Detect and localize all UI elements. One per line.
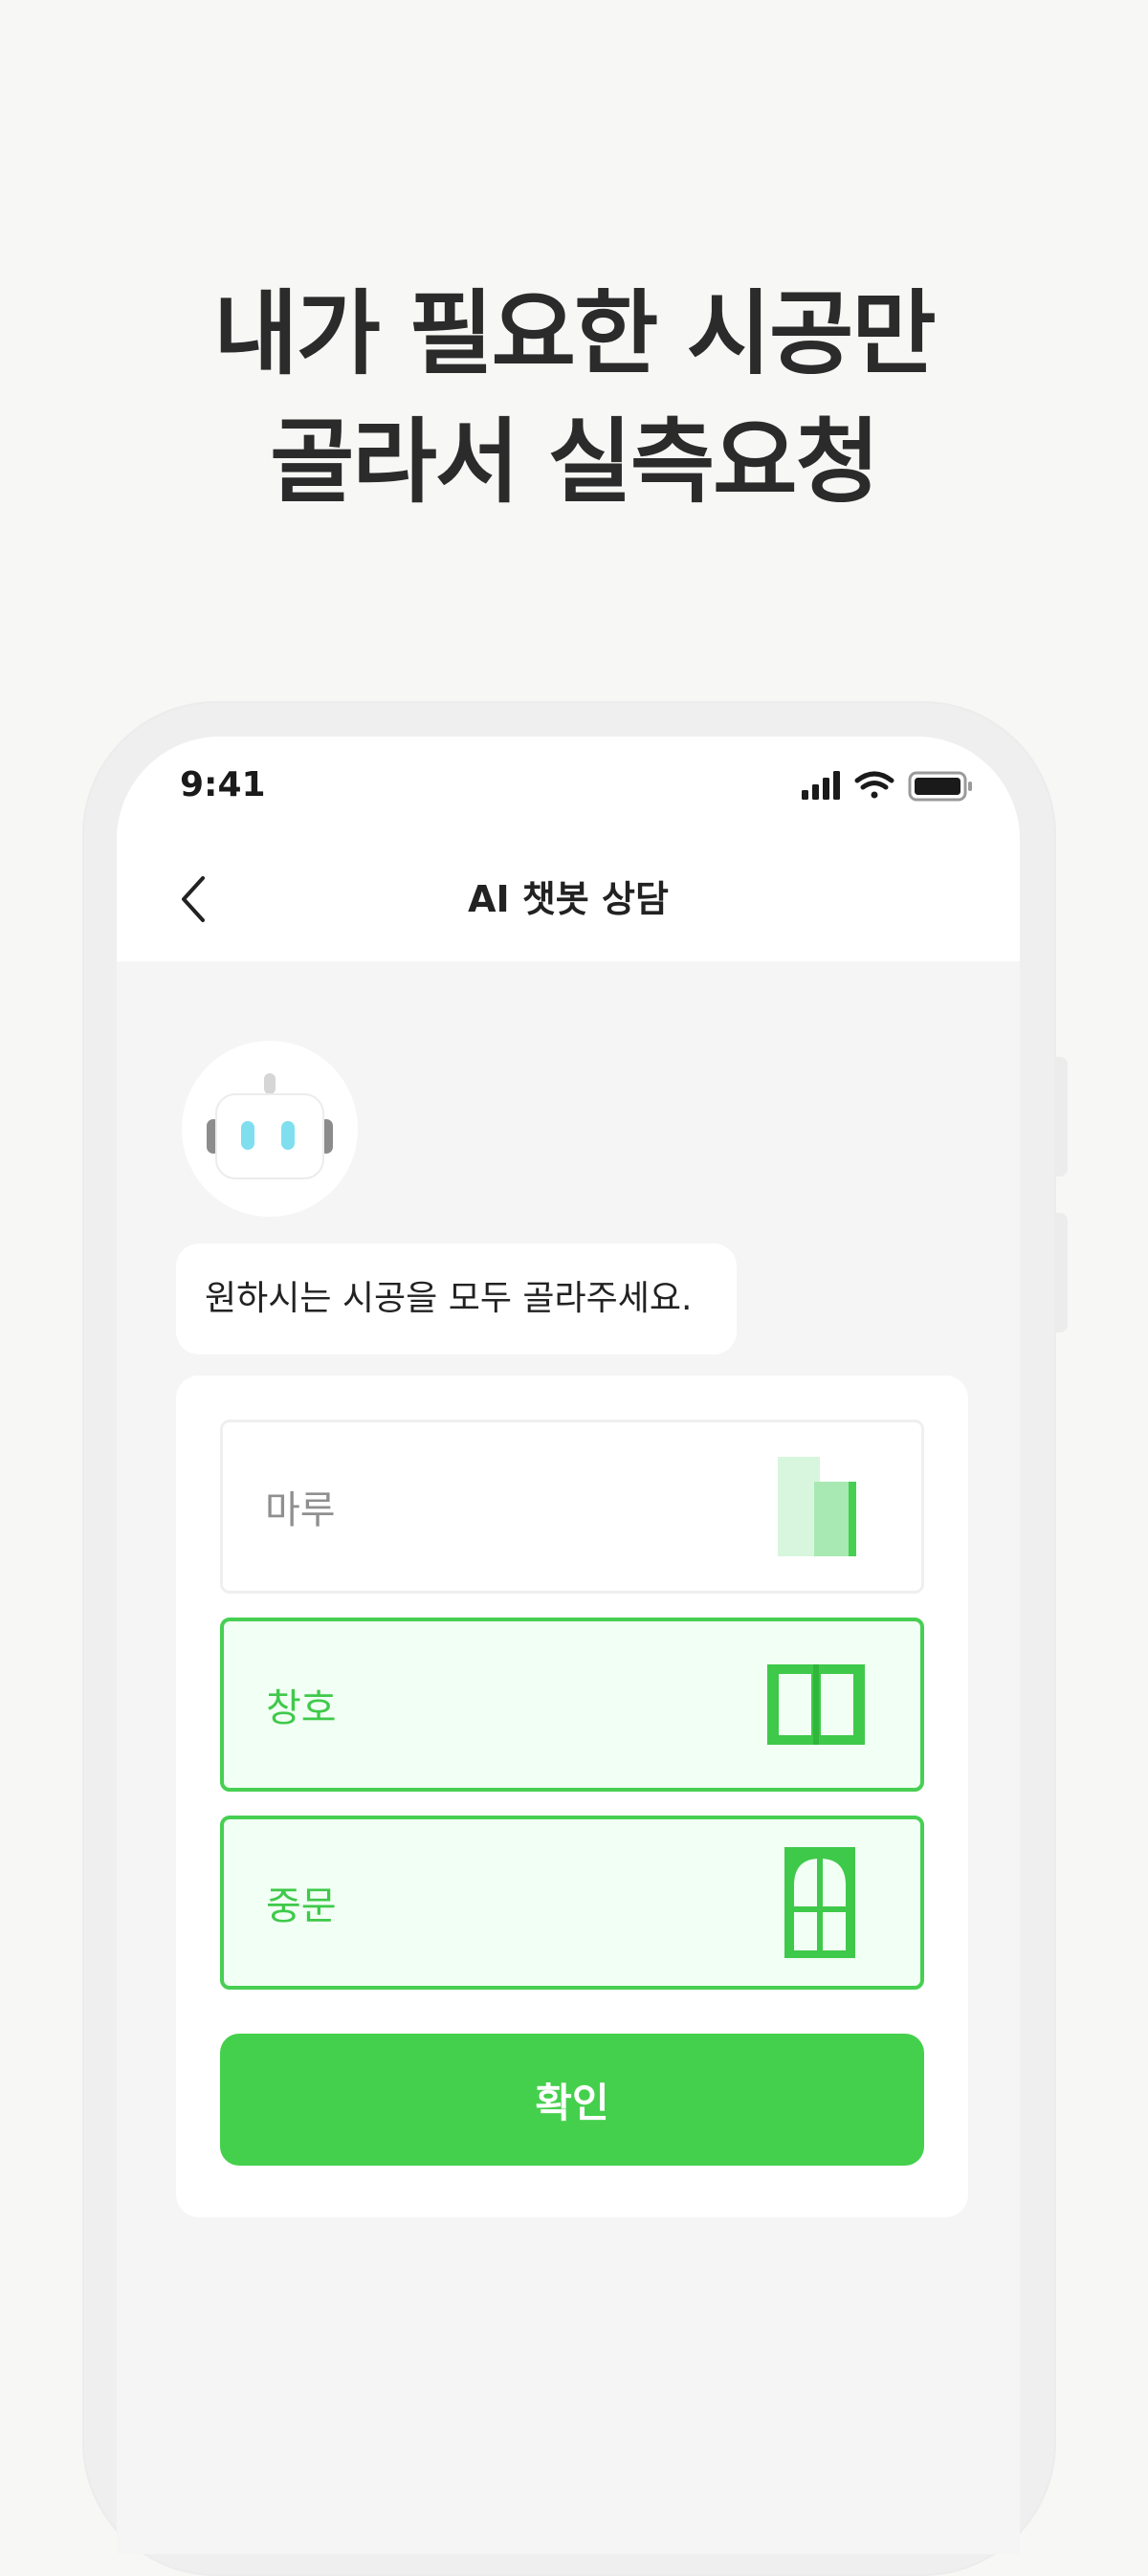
door-icon <box>784 1819 855 1986</box>
status-icons-svg <box>802 771 972 802</box>
robot-icon <box>207 1073 333 1179</box>
wifi-icon <box>854 771 894 799</box>
confirm-button[interactable]: 확인 <box>220 2034 924 2166</box>
option-window[interactable]: 창호 <box>220 1618 924 1792</box>
floor-icon <box>778 1422 858 1591</box>
headline-line-1: 내가 필요한 시공만 <box>213 280 936 387</box>
status-icons <box>802 769 983 804</box>
window-icon <box>765 1621 867 1788</box>
signal-icon <box>802 771 840 800</box>
status-time: 9:41 <box>180 765 266 804</box>
phone-side-button <box>1054 1057 1068 1177</box>
option-floor[interactable]: 마루 <box>220 1420 924 1594</box>
phone-screen: 9:41 AI 챗봇 상담 원하시는 시공을 모두 골라주세요. 마루 창호 중… <box>117 737 1020 2554</box>
promo-headline: 내가 필요한 시공만 골라서 실측요청 <box>0 270 1148 526</box>
app-header: 9:41 AI 챗봇 상담 <box>117 737 1020 961</box>
construction-options-card: 마루 창호 중문 확인 <box>176 1376 968 2217</box>
battery-icon <box>908 771 972 802</box>
headline-line-2: 골라서 실측요청 <box>270 408 880 516</box>
bot-message-bubble: 원하시는 시공을 모두 골라주세요. <box>176 1244 737 1354</box>
option-label: 마루 <box>265 1488 336 1532</box>
option-label: 중문 <box>266 1884 337 1928</box>
option-label: 창호 <box>266 1686 337 1730</box>
bot-avatar <box>182 1041 358 1217</box>
phone-side-button <box>1054 1213 1068 1332</box>
page-title: AI 챗봇 상담 <box>468 878 669 920</box>
option-middle-door[interactable]: 중문 <box>220 1816 924 1990</box>
